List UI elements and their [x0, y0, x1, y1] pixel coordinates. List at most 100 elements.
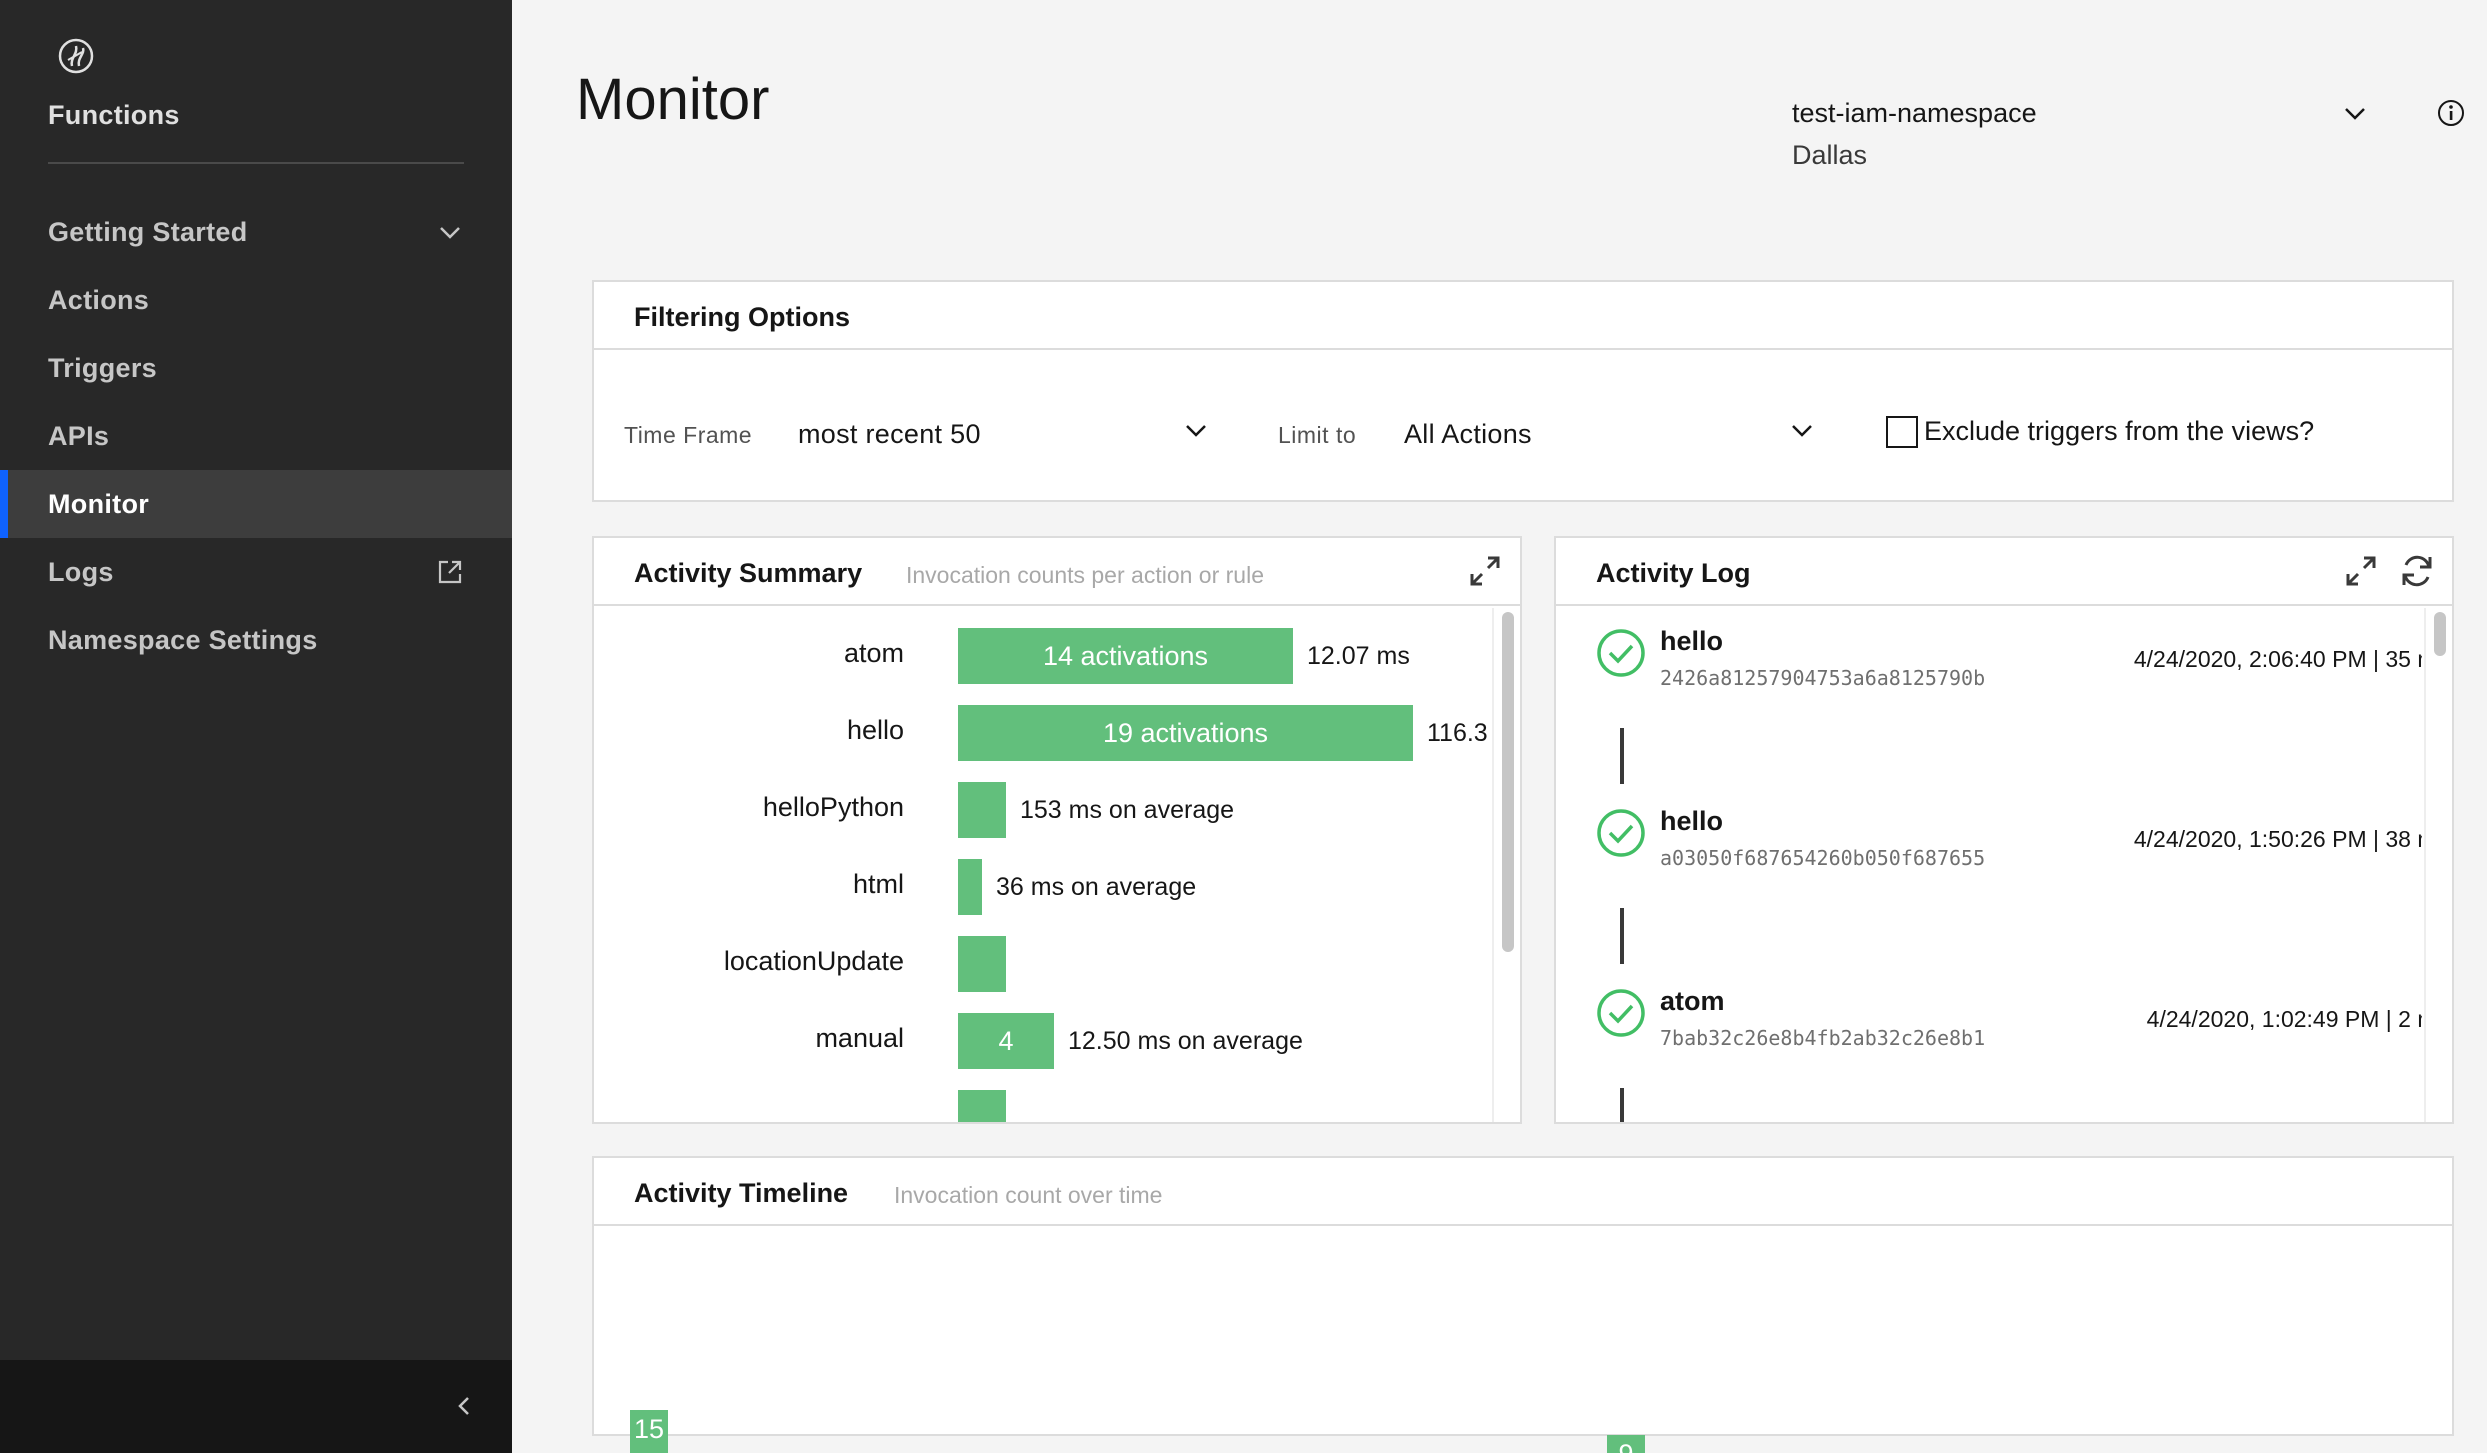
- summary-row-name: html: [852, 869, 904, 899]
- summary-row-name: locationUpdate: [723, 946, 904, 976]
- summary-row-value: 12.07 ms: [1307, 642, 1410, 670]
- summary-row-name: helloPython: [762, 792, 904, 822]
- panel-header: Activity Timeline Invocation count over …: [594, 1158, 2452, 1226]
- panel-title: Filtering Options: [634, 302, 850, 332]
- summary-row[interactable]: hello 19 activations 116.3: [594, 705, 1490, 761]
- activity-summary-panel: Activity Summary Invocation counts per a…: [592, 536, 1522, 1124]
- chevron-down-icon[interactable]: [2340, 98, 2370, 128]
- panel-header: Filtering Options: [594, 282, 2452, 350]
- expand-icon[interactable]: [2342, 552, 2380, 590]
- log-scrollbar[interactable]: [2424, 608, 2452, 1122]
- summary-row[interactable]: locationUpdate: [594, 936, 1490, 992]
- log-entry[interactable]: atom 7bab32c26e8b4fb2ab32c26e8b1 4/24/2020…: [1556, 968, 2422, 1068]
- sidebar-item-logs[interactable]: Logs: [0, 538, 512, 606]
- scroll-thumb[interactable]: [1502, 612, 1514, 952]
- sidebar: Functions Getting Started Actions Trigge…: [0, 0, 512, 1453]
- activity-timeline-panel: Activity Timeline Invocation count over …: [592, 1156, 2454, 1453]
- log-entry-id[interactable]: a03050f687654260b050f687655: [1660, 846, 2050, 870]
- info-icon[interactable]: [2436, 98, 2466, 128]
- log-connector: [1620, 908, 1624, 964]
- panel-title: Activity Summary: [634, 558, 863, 588]
- sidebar-item-label: Getting Started: [48, 216, 248, 247]
- activity-log-panel: Activity Log hello 2426a81257904753a6a812…: [1554, 536, 2454, 1124]
- functions-logo-icon[interactable]: [56, 36, 96, 76]
- success-check-icon: [1597, 989, 1645, 1037]
- summary-bar[interactable]: 19 activations: [958, 705, 1413, 761]
- panel-header: Activity Summary Invocation counts per a…: [594, 538, 1520, 606]
- sidebar-item-label: Triggers: [48, 352, 157, 383]
- chevron-down-icon[interactable]: [1182, 416, 1210, 444]
- summary-bar[interactable]: [958, 782, 1006, 838]
- exclude-triggers-label[interactable]: Exclude triggers from the views?: [1924, 416, 2314, 447]
- sidebar-footer: [0, 1360, 512, 1453]
- time-frame-label: Time Frame: [624, 422, 753, 448]
- time-frame-select[interactable]: most recent 50: [798, 419, 981, 450]
- sidebar-brand[interactable]: Functions: [48, 100, 180, 131]
- summary-row[interactable]: helloPython 153 ms on average: [594, 782, 1490, 838]
- external-link-icon[interactable]: [436, 558, 464, 586]
- sidebar-item-label: Actions: [48, 284, 150, 315]
- panel-title: Activity Timeline: [634, 1178, 849, 1208]
- panel-header: Activity Log: [1556, 538, 2452, 606]
- sidebar-item-label: Logs: [48, 556, 114, 587]
- summary-row-name: manual: [815, 1023, 904, 1053]
- refresh-icon[interactable]: [2398, 552, 2436, 590]
- activity-log-list: hello 2426a81257904753a6a8125790b 4/24/202…: [1556, 608, 2422, 1122]
- log-entry-name[interactable]: atom: [1660, 986, 1725, 1017]
- sidebar-item-label: Namespace Settings: [48, 624, 318, 655]
- log-entry-name[interactable]: hello: [1660, 806, 1723, 837]
- log-entry-name[interactable]: hello: [1660, 626, 1723, 657]
- summary-row-name: atom: [843, 638, 904, 668]
- timeline-chart: 15910:39:27AM1:07:10PM2:06:40PM: [594, 1228, 2452, 1453]
- log-connector: [1620, 1088, 1624, 1122]
- timeline-bar[interactable]: 9: [1607, 1435, 1645, 1453]
- sidebar-item-monitor[interactable]: Monitor: [0, 470, 512, 538]
- summary-bar[interactable]: [958, 936, 1006, 992]
- summary-chart: atom 14 activations 12.07 ms hello 19 activa…: [594, 608, 1490, 1122]
- chevron-down-icon[interactable]: [436, 218, 464, 246]
- log-entry[interactable]: hello a03050f687654260b050f687655 4/24/202…: [1556, 788, 2422, 888]
- panel-subtitle: Invocation counts per action or rule: [906, 562, 1264, 588]
- log-entry[interactable]: hello 2426a81257904753a6a8125790b 4/24/202…: [1556, 608, 2422, 708]
- success-check-icon: [1597, 629, 1645, 677]
- sidebar-item-triggers[interactable]: Triggers: [0, 334, 512, 402]
- sidebar-item-apis[interactable]: APIs: [0, 402, 512, 470]
- sidebar-item-getting-started[interactable]: Getting Started: [0, 198, 512, 266]
- summary-row-value: 12.50 ms on average: [1068, 1027, 1303, 1055]
- log-entry-id[interactable]: 7bab32c26e8b4fb2ab32c26e8b1: [1660, 1026, 2050, 1050]
- summary-row-value: 36 ms on average: [996, 873, 1197, 901]
- success-check-icon: [1597, 809, 1645, 857]
- page-title: Monitor: [576, 67, 770, 132]
- sidebar-item-label: Monitor: [48, 488, 150, 519]
- summary-scrollbar[interactable]: [1492, 608, 1520, 1122]
- summary-row-value: 116.3: [1427, 719, 1488, 747]
- sidebar-item-label: APIs: [48, 420, 110, 451]
- summary-bar[interactable]: [958, 1090, 1006, 1122]
- sidebar-item-actions[interactable]: Actions: [0, 266, 512, 334]
- log-entry-id[interactable]: 2426a81257904753a6a8125790b: [1660, 666, 2050, 690]
- namespace-selector[interactable]: test-iam-namespace: [1792, 98, 2037, 129]
- sidebar-item-namespace-settings[interactable]: Namespace Settings: [0, 606, 512, 674]
- log-connector: [1620, 728, 1624, 784]
- namespace-region: Dallas: [1792, 140, 1868, 170]
- summary-row-value: 153 ms on average: [1020, 796, 1235, 824]
- summary-row-name: hello: [846, 715, 904, 745]
- summary-row[interactable]: [594, 1090, 1490, 1122]
- summary-row[interactable]: manual 4 12.50 ms on average: [594, 1013, 1490, 1069]
- chevron-left-icon[interactable]: [450, 1392, 478, 1420]
- summary-bar[interactable]: 14 activations: [958, 628, 1293, 684]
- summary-row[interactable]: atom 14 activations 12.07 ms: [594, 628, 1490, 684]
- summary-bar[interactable]: [958, 859, 982, 915]
- chevron-down-icon[interactable]: [1788, 416, 1816, 444]
- log-entry-time: 4/24/2020, 1:02:49 PM | 2 ms: [2146, 1006, 2422, 1032]
- sidebar-nav: Getting Started Actions Triggers APIs Mo…: [0, 198, 512, 674]
- panel-title: Activity Log: [1596, 558, 1751, 588]
- limit-to-select[interactable]: All Actions: [1404, 419, 1532, 450]
- summary-row[interactable]: html 36 ms on average: [594, 859, 1490, 915]
- timeline-bar[interactable]: 15: [630, 1410, 668, 1453]
- summary-bar[interactable]: 4: [958, 1013, 1054, 1069]
- scroll-thumb[interactable]: [2434, 612, 2446, 656]
- expand-icon[interactable]: [1466, 552, 1504, 590]
- exclude-triggers-checkbox[interactable]: [1886, 416, 1918, 448]
- panel-subtitle: Invocation count over time: [894, 1182, 1163, 1208]
